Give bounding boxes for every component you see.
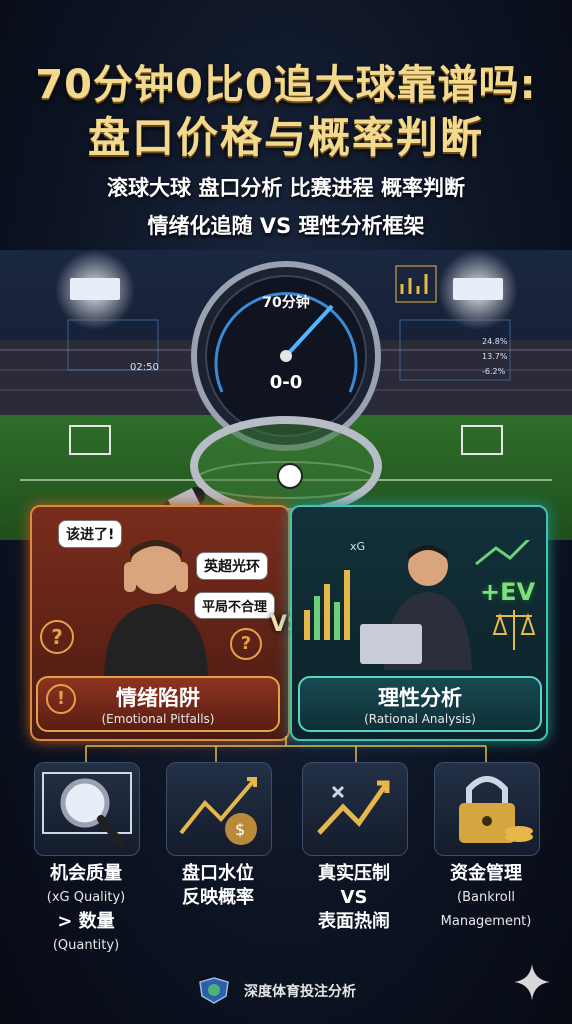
sparkle-icon xyxy=(514,964,550,1000)
footer-brand: 深度体育投注分析 xyxy=(196,976,416,1004)
card-label-chance-quality: 机会质量 (xG Quality) > 数量 (Quantity) xyxy=(46,863,126,953)
right-readout-2: 13.7% xyxy=(482,352,508,361)
exclamation-icon: ! xyxy=(46,684,76,714)
card-odds-probability: $ xyxy=(166,762,272,856)
trend-up-arrow-icon xyxy=(475,540,531,566)
card-real-pressure xyxy=(302,762,408,856)
chart-moneybag-icon: $ xyxy=(179,777,257,845)
card-label-odds-probability: 盘口水位 反映概率 xyxy=(182,863,254,908)
page-title-line-2: 盘口价格与概率判断 xyxy=(87,113,484,162)
left-clock-readout: 02:50 xyxy=(130,362,159,373)
question-mark-icon-right: ? xyxy=(230,628,262,660)
speech-bubble-draw-unreasonable: 平局不合理 xyxy=(194,592,276,619)
subtitle-line-1: 滚球大球 盘口分析 比赛进程 概率判断 xyxy=(107,176,465,200)
page-title-line-1: 70分钟0比0追大球靠谱吗: xyxy=(35,62,537,108)
shield-globe-icon xyxy=(199,977,229,1004)
right-readout-3: -6.2% xyxy=(482,367,506,376)
zigzag-arrow-icon xyxy=(317,780,390,835)
xg-bar-chart-icon xyxy=(304,570,350,640)
svg-text:$: $ xyxy=(235,820,245,839)
emotional-caption-en: (Emotional Pitfalls) xyxy=(101,712,215,726)
card-chance-quality xyxy=(34,762,140,856)
card-label-bankroll: 资金管理 (Bankroll Management) xyxy=(440,863,532,929)
positive-ev-label: +EV xyxy=(480,578,536,606)
right-readout-list: 24.8% 13.7% -6.2% xyxy=(482,334,507,379)
balance-scale-icon xyxy=(492,610,536,650)
xg-label: xG xyxy=(350,540,366,553)
right-readout-1: 24.8% xyxy=(482,337,508,346)
footer-text: 深度体育投注分析 xyxy=(244,984,356,1000)
card-bankroll xyxy=(434,762,540,856)
question-mark-icon-left: ? xyxy=(40,620,74,654)
football-icon xyxy=(277,463,303,489)
padlock-coins-icon xyxy=(459,776,533,843)
subtitle-line-2: 情绪化追随 VS 理性分析框架 xyxy=(147,214,425,238)
gauge-score: 0-0 xyxy=(269,372,303,393)
floodlight-right xyxy=(438,250,518,330)
speech-bubble-premier-league: 英超光环 xyxy=(196,552,268,580)
rational-analysis-caption: 理性分析 (Rational Analysis) xyxy=(298,676,542,732)
rational-caption-en: (Rational Analysis) xyxy=(364,712,476,726)
card-label-real-pressure: 真实压制 VS 表面热闹 xyxy=(318,863,390,932)
gauge-minute-label: 70分钟 xyxy=(262,295,310,311)
floodlight-left xyxy=(55,250,135,330)
speech-bubble-should-score: 该进了! xyxy=(58,520,123,548)
rational-caption-main: 理性分析 xyxy=(378,686,462,710)
magnifier-ball-icon xyxy=(42,772,132,847)
